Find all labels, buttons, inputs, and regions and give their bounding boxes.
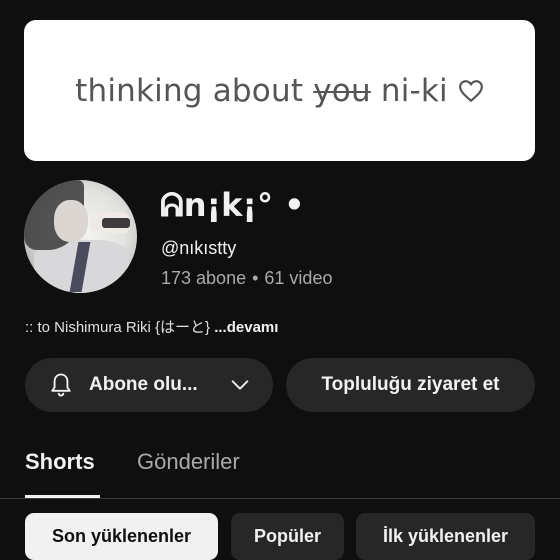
channel-avatar[interactable] [24,180,137,293]
subscribe-label: Abone olu... [89,374,198,395]
description-text: :: to Nishimura Riki {はーと} [25,319,211,336]
chip-latest[interactable]: Son yüklenenler [25,513,218,560]
tab-divider [0,498,560,499]
tab-posts[interactable]: Gönderiler [137,449,240,475]
description-more-link[interactable]: ...devamı [214,319,278,336]
banner-text-struck: you [313,72,371,109]
avatar-watch [102,218,130,228]
chip-oldest[interactable]: İlk yüklenenler [356,513,535,560]
tab-shorts[interactable]: Shorts [25,449,95,475]
chip-popular[interactable]: Popüler [231,513,344,560]
banner-text-before: thinking about [75,72,314,109]
bell-icon [51,373,71,397]
channel-stats: 173 abone • 61 video [161,268,332,289]
channel-description[interactable]: :: to Nishimura Riki {はーと} ...devamı [25,316,278,337]
banner-text: thinking about you ni-ki [75,73,484,109]
channel-handle: @nıkıstty [161,238,237,258]
video-count: 61 video [264,268,333,288]
avatar-face [54,200,88,242]
subscribe-button[interactable]: Abone olu... [25,358,273,412]
community-label: Topluluğu ziyaret et [321,374,500,395]
chevron-down-icon[interactable] [229,374,251,396]
channel-banner: thinking about you ni-ki [24,20,535,161]
visit-community-button[interactable]: Topluluğu ziyaret et [286,358,535,412]
banner-text-after: ni-ki [370,72,448,109]
channel-name: ᕱn¡k¡° • [160,186,305,224]
stats-separator: • [252,268,259,288]
subscriber-count: 173 abone [161,268,247,288]
heart-outline-icon [458,79,483,102]
